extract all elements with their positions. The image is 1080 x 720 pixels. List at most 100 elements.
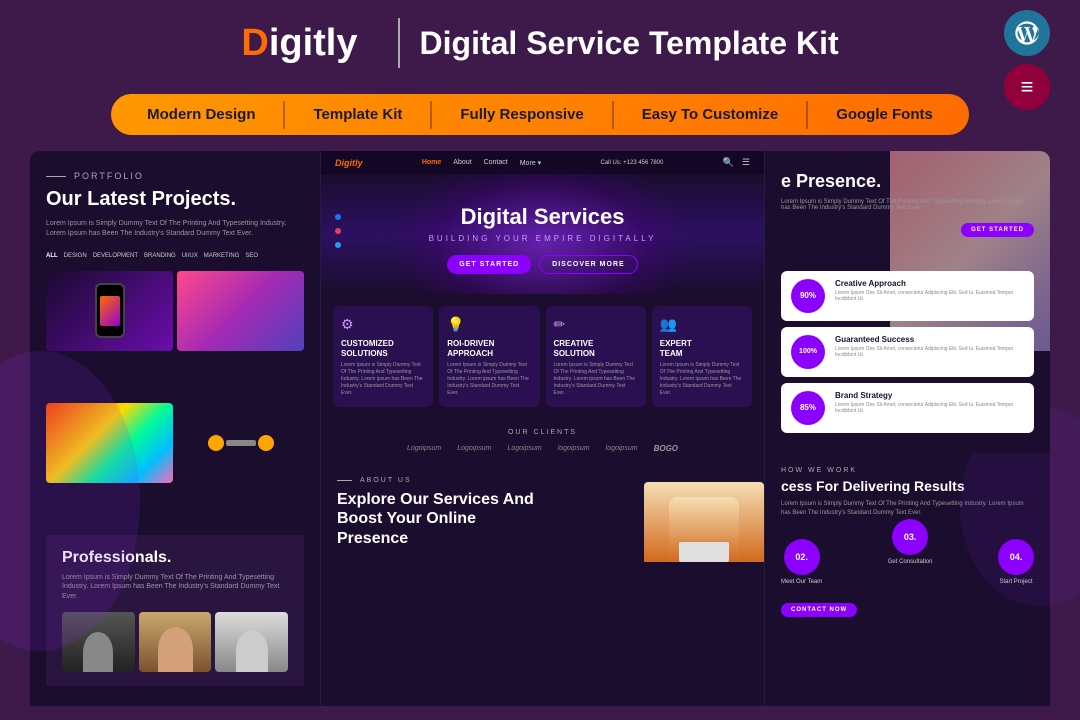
nav-pill: Modern Design Template Kit Fully Respons… <box>111 94 969 135</box>
client-logo-3: Logoipsum <box>507 445 541 452</box>
nav-item-template-kit[interactable]: Template Kit <box>285 94 430 135</box>
portfolio-grid <box>46 271 304 531</box>
team-photo-1 <box>62 612 135 672</box>
stat-name-creative: Creative Approach <box>835 279 1024 288</box>
nav-item-easy-customize[interactable]: Easy To Customize <box>614 94 806 135</box>
left-panel: PORTFOLIO Our Latest Projects. Lorem Ips… <box>30 151 320 706</box>
stat-name-success: Guaranteed Success <box>835 335 1024 344</box>
nav-item-fully-responsive[interactable]: Fully Responsive <box>432 94 611 135</box>
portfolio-item-3 <box>46 403 173 483</box>
logo-rest: igitly <box>269 22 358 64</box>
get-started-btn[interactable]: GET STARTED <box>447 255 531 274</box>
logo-divider <box>398 18 400 68</box>
right-panel: e Presence. Lorem Ipsum is Simply Dummy … <box>765 151 1050 706</box>
filter-seo[interactable]: SEO <box>245 251 258 261</box>
presence-get-started-btn[interactable]: GET STARTED <box>961 223 1034 237</box>
mini-link-more[interactable]: More ▾ <box>520 159 541 167</box>
mini-link-about[interactable]: About <box>453 159 471 167</box>
step-label-2: Meet Our Team <box>781 579 822 585</box>
clients-section: OUR CLIENTS Logoipsum Logoipsum Logoipsu… <box>321 419 764 463</box>
mini-link-home[interactable]: Home <box>422 159 441 167</box>
service-card-customized: ⚙ CUSTOMIZEDSOLUTIONS Lorem Ipsum is Sim… <box>333 306 433 407</box>
expert-name: EXPERTTEAM <box>660 339 744 358</box>
clients-label: OUR CLIENTS <box>341 429 744 436</box>
service-card-expert: 👥 EXPERTTEAM Lorem Ipsum is Simply Dummy… <box>652 306 752 407</box>
filter-uiux[interactable]: UI/UX <box>182 251 198 261</box>
stat-circle-brand: 85% <box>791 391 825 425</box>
portfolio-item-4 <box>177 403 304 483</box>
stat-circle-success: 100% <box>791 335 825 369</box>
process-text: Lorem Ipsum is Simply Dummy Text Of The … <box>781 500 1034 517</box>
logo-area: Digitly <box>241 22 357 65</box>
clients-logos: Logoipsum Logoipsum Logoipsum logoipsum … <box>341 444 744 453</box>
presence-title: e Presence. <box>781 171 1034 193</box>
expert-desc: Lorem Ipsum is Simply Dummy Text Of The … <box>660 362 744 397</box>
customized-icon: ⚙ <box>341 316 425 333</box>
customized-name: CUSTOMIZEDSOLUTIONS <box>341 339 425 358</box>
stat-circle-creative: 90% <box>791 279 825 313</box>
step-label-4: Start Project <box>998 579 1034 585</box>
wp-icons: ≡ <box>1004 10 1050 110</box>
about-title: Explore Our Services And Boost Your Onli… <box>337 490 537 548</box>
center-panel: Digitly Home About Contact More ▾ Call U… <box>320 151 765 706</box>
filter-all[interactable]: ALL <box>46 251 58 261</box>
preview-container: PORTFOLIO Our Latest Projects. Lorem Ips… <box>0 151 1080 706</box>
process-step-3: 03. Get Consultation <box>888 519 933 585</box>
presence-section: e Presence. Lorem Ipsum is Simply Dummy … <box>765 151 1050 453</box>
nav-item-modern-design[interactable]: Modern Design <box>119 94 283 135</box>
wordpress-icon <box>1004 10 1050 56</box>
portfolio-item-2 <box>177 271 304 351</box>
portfolio-item-1 <box>46 271 173 351</box>
process-step-2: 02. Meet Our Team <box>781 539 822 585</box>
presence-text: Lorem Ipsum is Simply Dummy Text Of The … <box>781 199 1034 211</box>
filter-marketing[interactable]: MARKETING <box>204 251 240 261</box>
filter-development[interactable]: DEVELOPMENT <box>93 251 138 261</box>
client-logo-5: logoipsum <box>606 445 638 452</box>
discover-more-btn[interactable]: DISCOVER MORE <box>539 255 638 274</box>
portfolio-title: Our Latest Projects. <box>46 187 304 211</box>
client-logo-2: Logoipsum <box>457 445 491 452</box>
hero-section: Digital Services BUILDING YOUR EMPIRE DI… <box>321 174 764 294</box>
filter-design[interactable]: DESIGN <box>64 251 87 261</box>
stats-cards: 90% Creative Approach Lorem Ipsum One Si… <box>781 271 1034 433</box>
professionals-title: Professionals. <box>62 549 288 567</box>
stat-info-success: Guaranteed Success Lorem Ipsum One Sit A… <box>835 335 1024 359</box>
mini-link-contact[interactable]: Contact <box>484 159 508 167</box>
professionals-section: Professionals. Lorem Ipsum is Simply Dum… <box>46 535 304 686</box>
team-photo-2 <box>139 612 212 672</box>
twitter-icon[interactable] <box>335 242 341 248</box>
header-title: Digital Service Template Kit <box>420 25 839 62</box>
logo: Digitly <box>241 22 357 65</box>
stat-name-brand: Brand Strategy <box>835 391 1024 400</box>
social-sidebar <box>335 214 341 248</box>
step-circle-2: 02. <box>784 539 820 575</box>
process-step-4: 04. Start Project <box>998 539 1034 585</box>
menu-icon[interactable]: ☰ <box>742 157 750 168</box>
filter-branding[interactable]: BRANDING <box>144 251 176 261</box>
hero-subtitle: BUILDING YOUR EMPIRE DIGITALLY <box>341 234 744 243</box>
mini-logo: Digitly <box>335 158 363 168</box>
step-circle-3: 03. <box>892 519 928 555</box>
step-label-3: Get Consultation <box>888 559 933 565</box>
instagram-icon[interactable] <box>335 228 341 234</box>
search-icon[interactable]: 🔍 <box>723 157 734 168</box>
process-steps: 02. Meet Our Team 03. Get Consultation 0… <box>781 529 1034 595</box>
nav-item-google-fonts[interactable]: Google Fonts <box>808 94 961 135</box>
team-photos <box>62 612 288 672</box>
filter-tags: ALL DESIGN DEVELOPMENT BRANDING UI/UX MA… <box>46 251 304 261</box>
facebook-icon[interactable] <box>335 214 341 220</box>
contact-now-btn[interactable]: CONTACT NOW <box>781 603 857 617</box>
service-cards: ⚙ CUSTOMIZEDSOLUTIONS Lorem Ipsum is Sim… <box>321 294 764 419</box>
service-card-creative: ✏ CREATIVESOLUTION Lorem Ipsum is Simply… <box>546 306 646 407</box>
mini-cta: Call Us: +123 456 7800 <box>600 160 663 166</box>
step-circle-4: 04. <box>998 539 1034 575</box>
about-woman-figure <box>644 482 764 562</box>
expert-icon: 👥 <box>660 316 744 333</box>
stat-info-creative: Creative Approach Lorem Ipsum One Sit Am… <box>835 279 1024 303</box>
stat-desc-success: Lorem Ipsum One Sit Amet, consectetur Ad… <box>835 346 1024 359</box>
stat-info-brand: Brand Strategy Lorem Ipsum One Sit Amet,… <box>835 391 1024 415</box>
about-woman-image <box>644 482 764 562</box>
roi-name: ROI-DRIVENAPPROACH <box>447 339 531 358</box>
nav-bar: Modern Design Template Kit Fully Respons… <box>0 86 1080 151</box>
service-card-roi: 💡 ROI-DRIVENAPPROACH Lorem Ipsum is Simp… <box>439 306 539 407</box>
